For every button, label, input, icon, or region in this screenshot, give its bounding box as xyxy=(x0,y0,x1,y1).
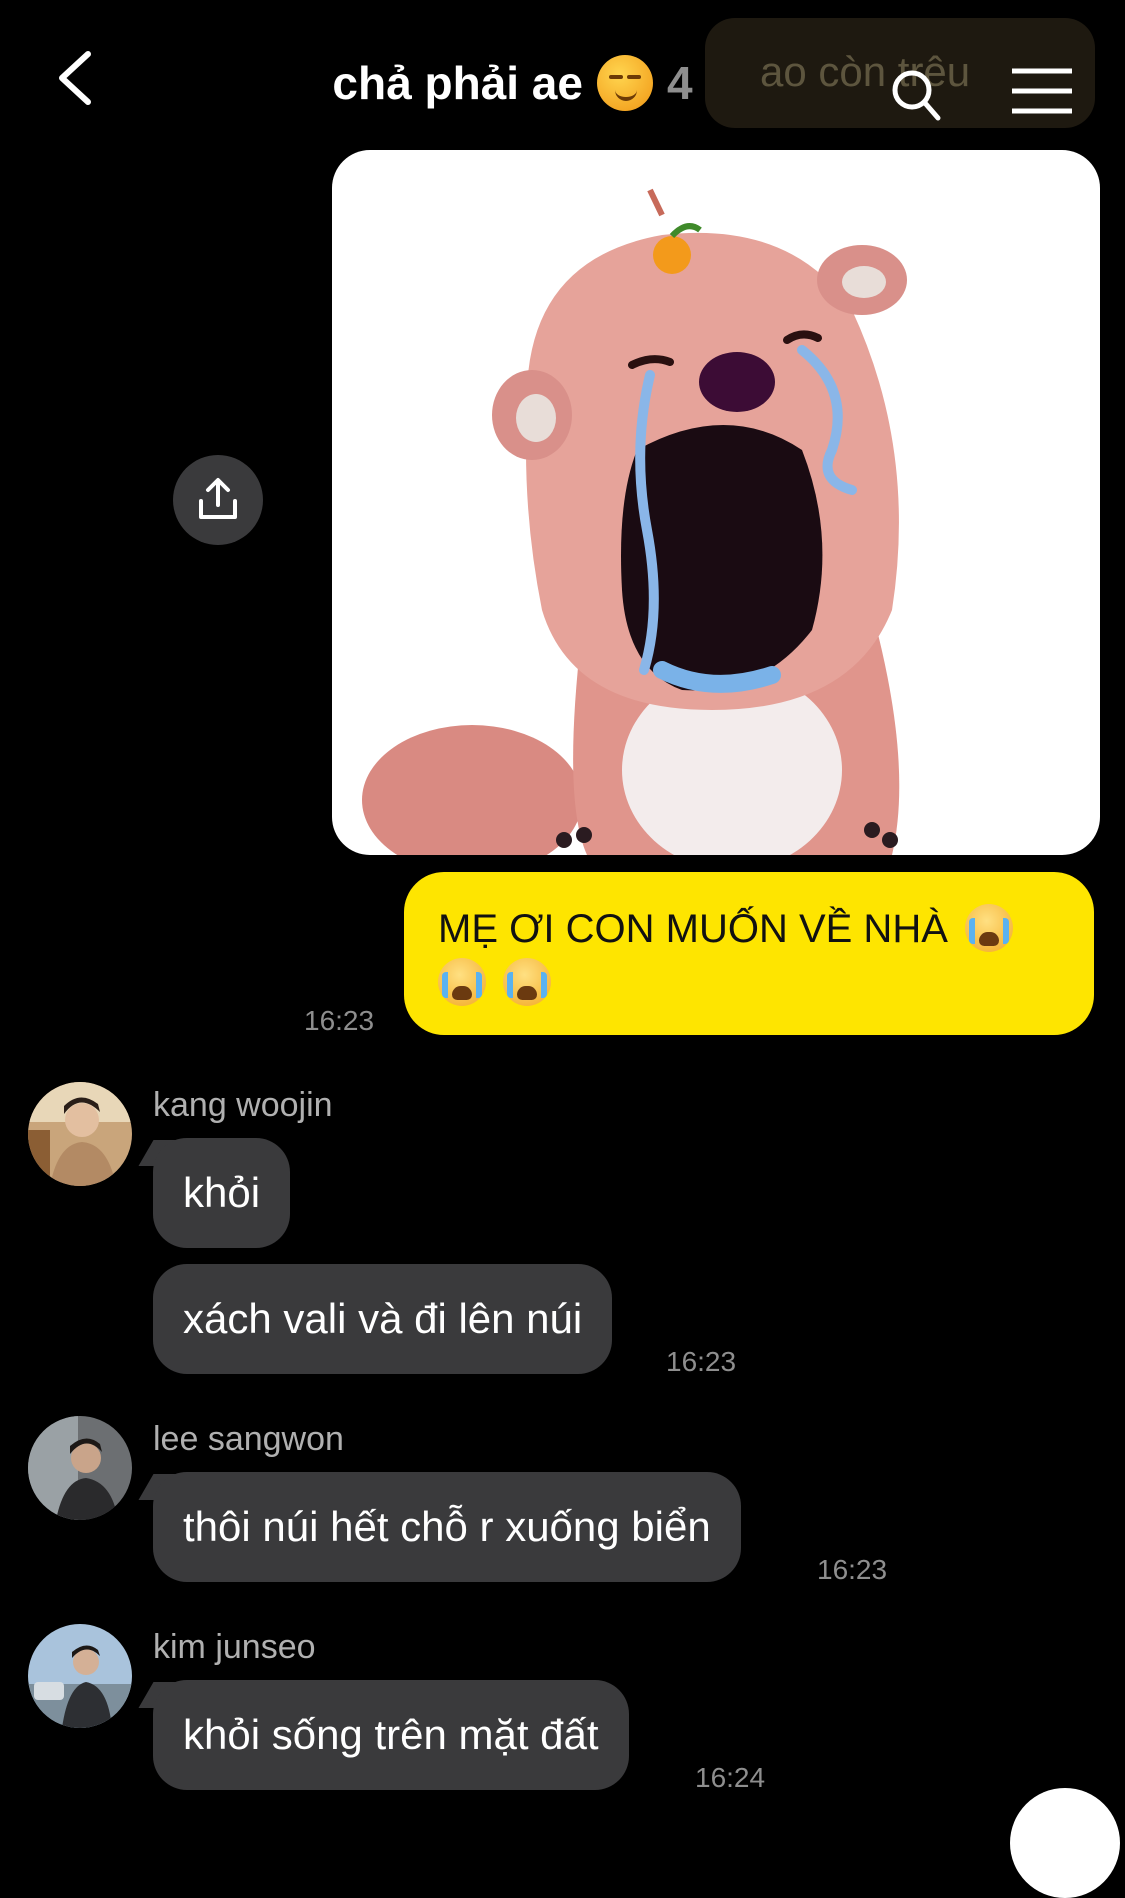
avatar[interactable] xyxy=(28,1416,132,1520)
message-timestamp: 16:23 xyxy=(304,1005,375,1036)
message-text: xách vali và đi lên núi xyxy=(183,1295,583,1342)
sender-name: kang woojin xyxy=(153,1086,333,1124)
sender-name: kim junseo xyxy=(153,1628,316,1666)
message-text: khỏi sống trên mặt đất xyxy=(183,1711,599,1758)
message-bubble[interactable]: khỏi sống trên mặt đất xyxy=(153,1680,629,1790)
my-message-bubble[interactable]: MẸ ƠI CON MUỐN VỀ NHÀ xyxy=(404,872,1094,1035)
loudly-crying-emoji-icon xyxy=(438,958,486,1006)
message-timestamp: 16:23 xyxy=(817,1554,888,1585)
message-text: khỏi xyxy=(183,1169,261,1216)
message-bubble[interactable]: khỏi xyxy=(153,1138,291,1248)
crying-beaver-sticker xyxy=(362,188,907,855)
message-text: thôi núi hết chỗ r xuống biển xyxy=(183,1503,711,1550)
smirk-emoji-icon xyxy=(596,55,653,111)
sender-name: lee sangwon xyxy=(153,1420,344,1458)
share-icon xyxy=(199,478,237,519)
chat-title[interactable]: chả phải ae xyxy=(332,50,583,116)
avatar[interactable] xyxy=(28,1624,132,1728)
message-text: MẸ ƠI CON MUỐN VỀ NHÀ xyxy=(438,907,948,951)
menu-icon[interactable] xyxy=(1010,66,1074,116)
share-button[interactable] xyxy=(173,455,263,545)
back-icon[interactable] xyxy=(52,48,102,108)
loudly-crying-emoji-icon xyxy=(965,904,1014,952)
message-bubble[interactable]: thôi núi hết chỗ r xuống biển xyxy=(153,1472,741,1582)
message-timestamp: 16:24 xyxy=(695,1762,766,1793)
avatar[interactable] xyxy=(28,1082,132,1186)
loudly-crying-emoji-icon xyxy=(503,958,552,1006)
scroll-to-bottom-button[interactable] xyxy=(1010,1788,1120,1898)
image-message[interactable] xyxy=(332,150,1100,855)
message-bubble[interactable]: xách vali và đi lên núi xyxy=(153,1264,613,1374)
message-timestamp: 16:23 xyxy=(666,1346,737,1377)
search-icon[interactable] xyxy=(888,64,944,124)
member-count: 4 xyxy=(666,57,693,109)
